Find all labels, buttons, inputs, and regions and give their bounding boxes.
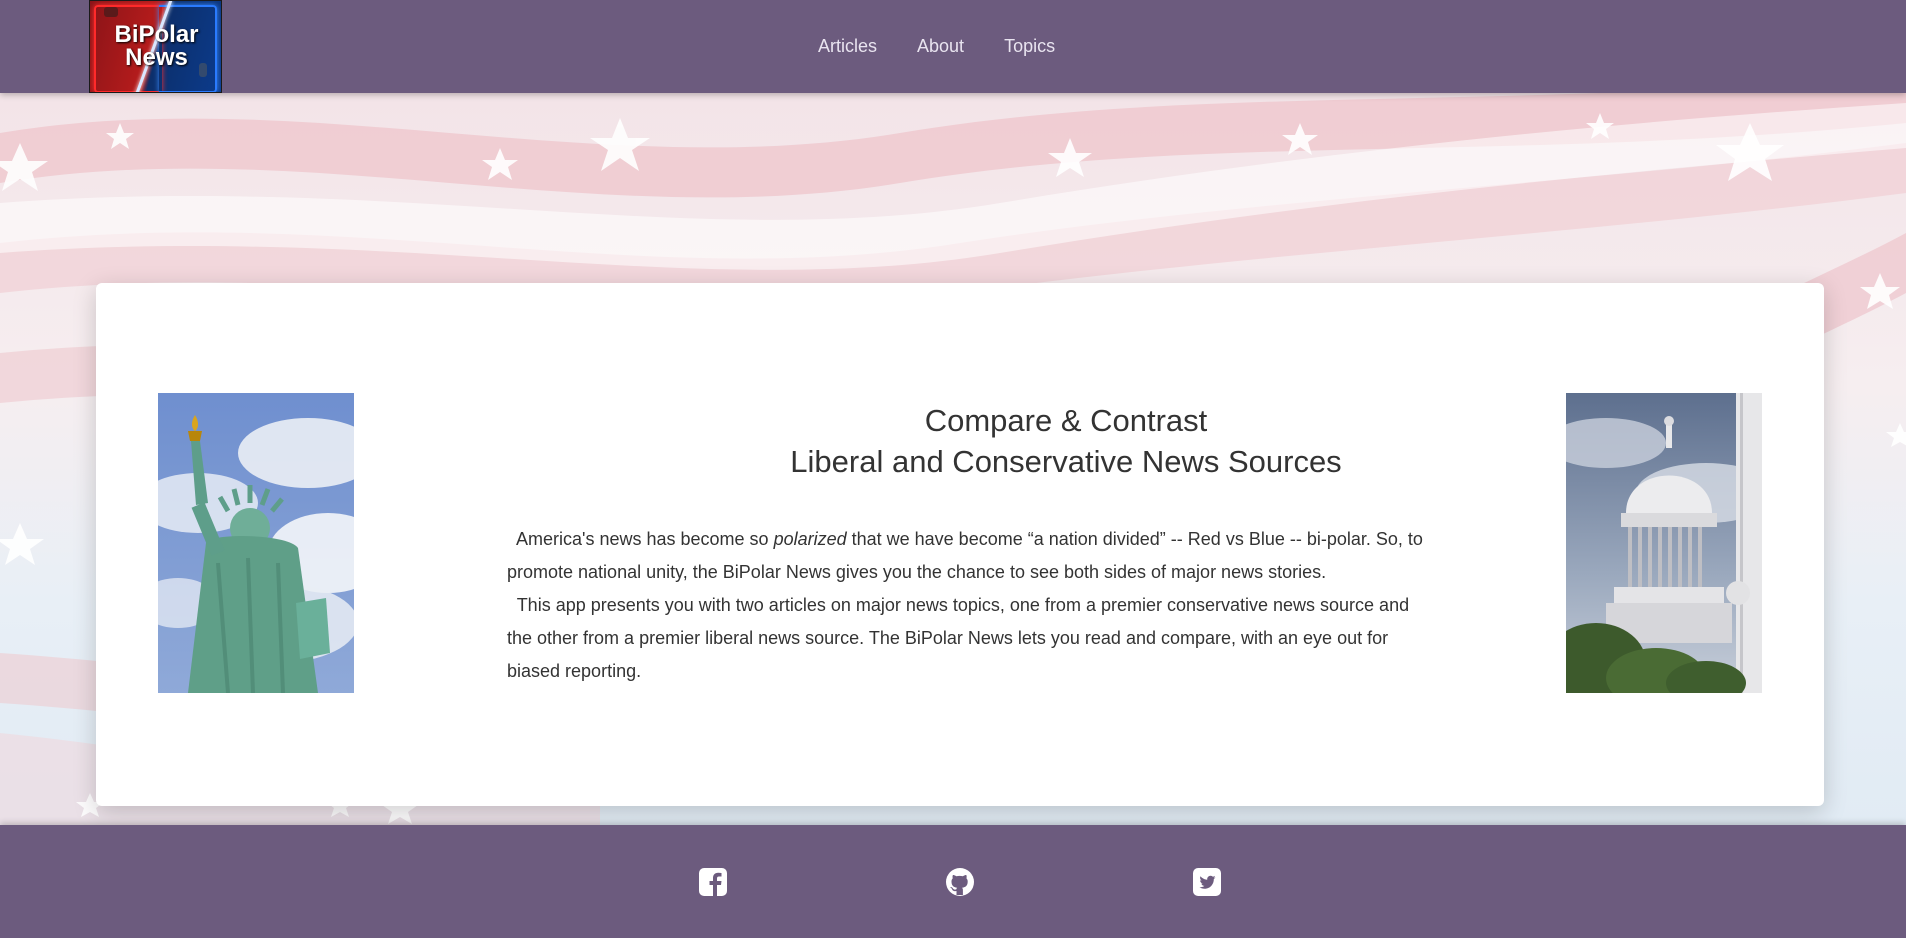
para2-text: This app presents you with two articles …: [507, 595, 1410, 681]
intro-paragraph-1: America's news has become so polarized t…: [507, 523, 1437, 589]
statue-of-liberty-image: [158, 393, 354, 693]
logo-text-line1: BiPolar: [114, 21, 199, 48]
intro-text: America's news has become so polarized t…: [507, 523, 1437, 688]
intro-paragraph-2: This app presents you with two articles …: [507, 589, 1437, 688]
capitol-building-image: [1566, 393, 1762, 693]
elephant-icon: [104, 7, 118, 17]
para1-emphasis: polarized: [773, 529, 847, 549]
intro-card: Compare & Contrast Liberal and Conservat…: [96, 283, 1824, 806]
title-line2: Liberal and Conservative News Sources: [790, 444, 1342, 479]
nav-topics[interactable]: Topics: [1004, 36, 1055, 57]
nav-articles[interactable]: Articles: [818, 36, 877, 57]
footer: [0, 825, 1906, 938]
facebook-icon[interactable]: [698, 867, 728, 897]
title-line1: Compare & Contrast: [924, 403, 1208, 438]
main-nav: Articles About Topics: [818, 36, 1095, 57]
hero-section: Compare & Contrast Liberal and Conservat…: [0, 93, 1906, 825]
navbar: BiPolar News Articles About Topics: [0, 0, 1906, 93]
page-title: Compare & Contrast Liberal and Conservat…: [496, 400, 1636, 482]
logo-text: BiPolar News: [90, 21, 221, 71]
github-icon[interactable]: [945, 867, 975, 897]
bipolar-news-logo[interactable]: BiPolar News: [89, 0, 222, 93]
twitter-icon[interactable]: [1192, 867, 1222, 897]
logo-text-line2: News: [125, 44, 188, 71]
nav-about[interactable]: About: [917, 36, 964, 57]
para1-before: America's news has become so: [516, 529, 774, 549]
